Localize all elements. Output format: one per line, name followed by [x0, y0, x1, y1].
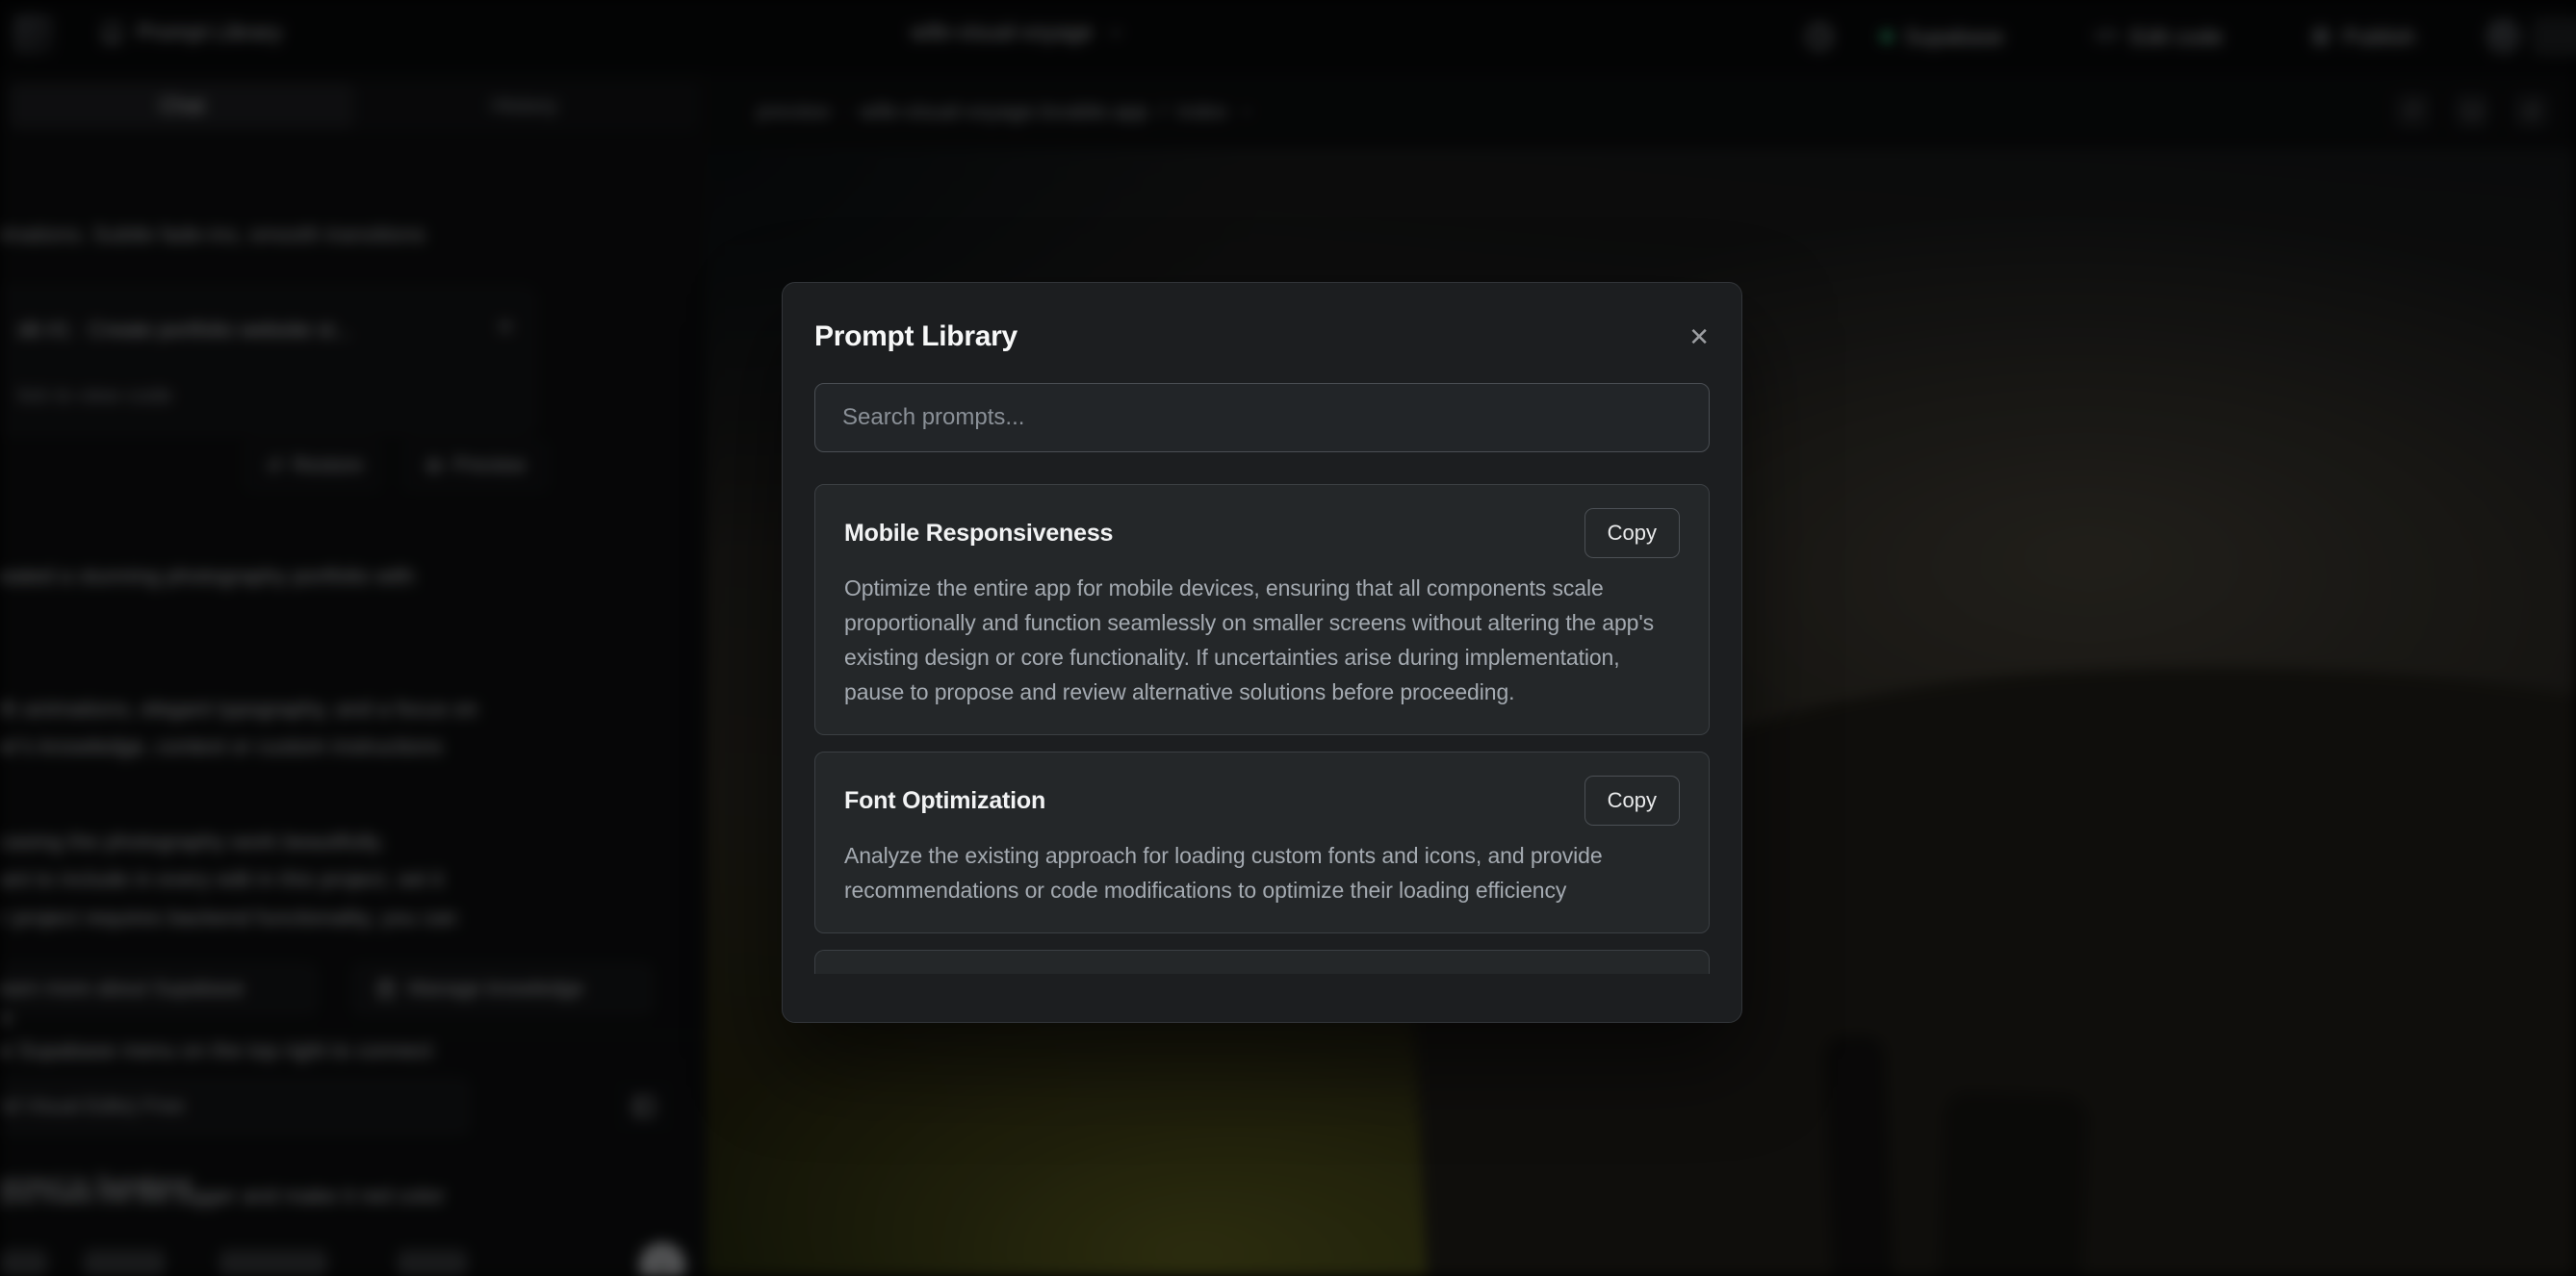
prompt-card-font-optimization: Font Optimization Copy Analyze the exist… — [814, 752, 1710, 933]
prompt-card-mobile-responsiveness: Mobile Responsiveness Copy Optimize the … — [814, 484, 1710, 735]
modal-header: Prompt Library ✕ — [814, 316, 1710, 358]
prompt-description: Optimize the entire app for mobile devic… — [844, 571, 1680, 709]
lovable-editor-screen: Prompt Library wife-visual-voyage Supaba… — [0, 0, 2576, 1276]
close-icon[interactable]: ✕ — [1688, 324, 1710, 349]
prompt-card-partial — [814, 950, 1710, 974]
prompt-description: Analyze the existing approach for loadin… — [844, 838, 1680, 907]
prompt-title: Font Optimization — [844, 787, 1045, 815]
search-input[interactable] — [814, 383, 1710, 452]
copy-button[interactable]: Copy — [1584, 508, 1680, 558]
modal-title: Prompt Library — [814, 320, 1018, 353]
prompt-title: Mobile Responsiveness — [844, 520, 1113, 548]
prompt-list: Mobile Responsiveness Copy Optimize the … — [814, 484, 1710, 974]
prompt-library-modal: Prompt Library ✕ Mobile Responsiveness C… — [782, 282, 1742, 1023]
copy-button[interactable]: Copy — [1584, 776, 1680, 826]
